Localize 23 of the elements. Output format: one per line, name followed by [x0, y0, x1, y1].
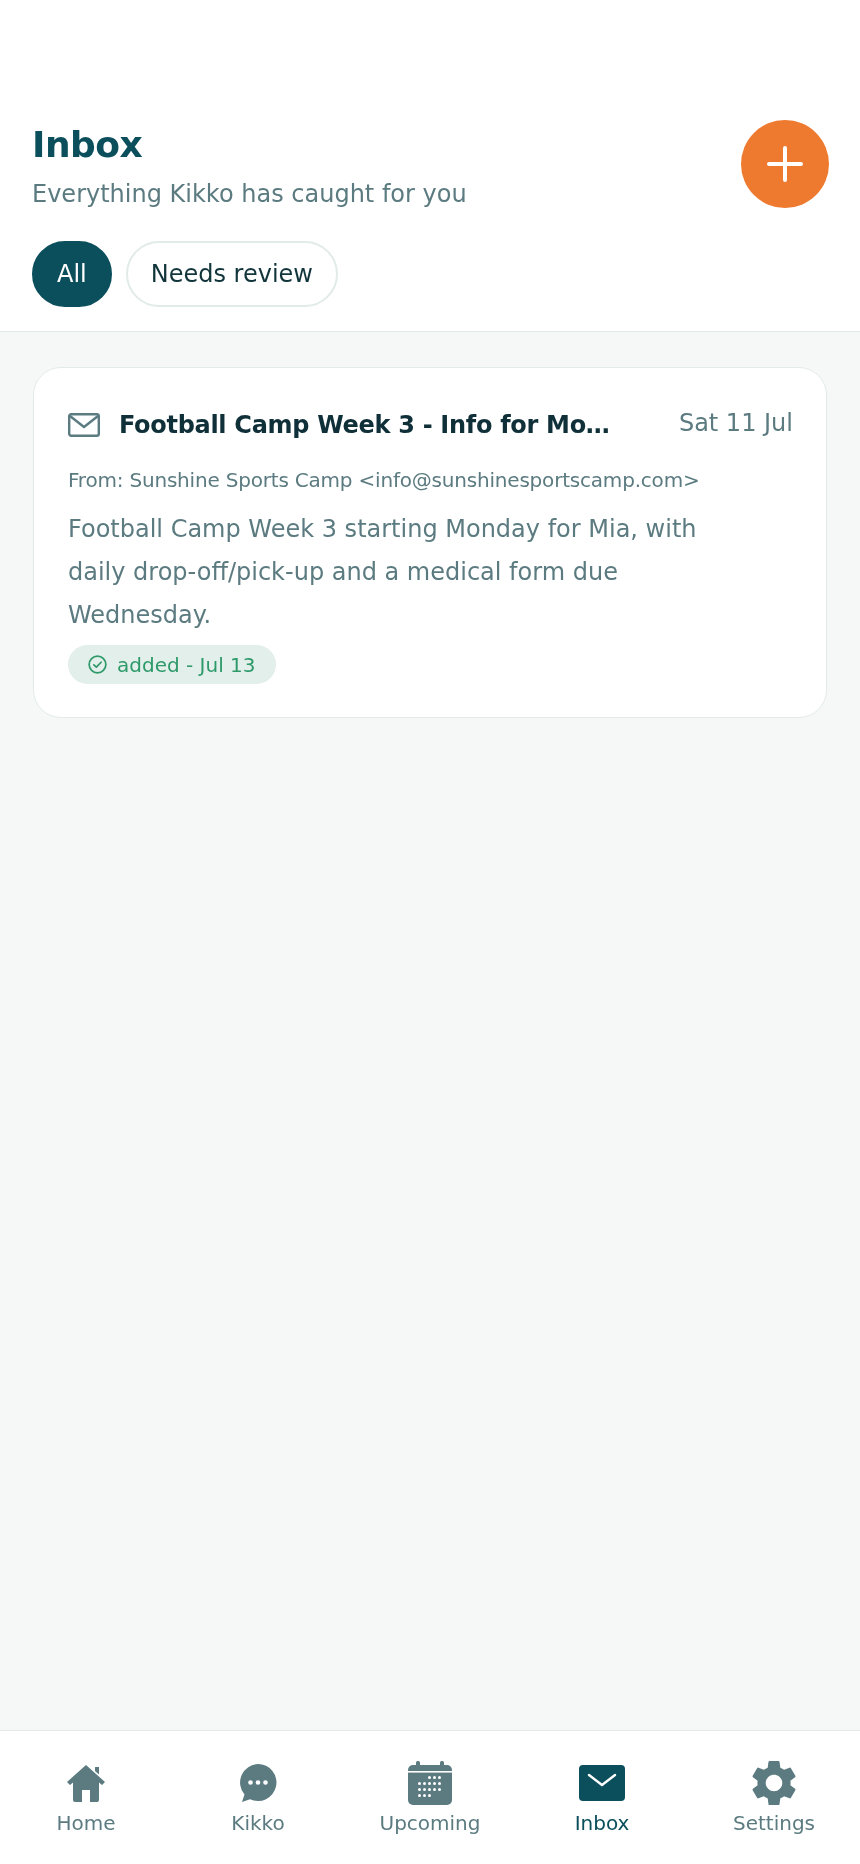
message-sender: From: Sunshine Sports Camp <info@sunshinesportscamp.com> [68, 467, 701, 494]
page-subtitle: Everything Kikko has caught for you [32, 179, 467, 210]
nav-tab[interactable]: Settings [688, 1731, 860, 1864]
plus-icon [767, 146, 803, 182]
check-circle-icon [88, 655, 107, 674]
envelope-icon [68, 413, 100, 437]
nav-tab[interactable]: Kikko [172, 1731, 344, 1864]
filter-chip[interactable]: Needs review [125, 241, 338, 307]
home-icon [65, 1762, 107, 1804]
envelope-icon [579, 1765, 625, 1801]
status-badge: added - Jul 13 [68, 645, 276, 684]
message-summary: Football Camp Week 3 starting Monday for Mia, with daily drop-off/pick-up and a medical form due Wednesday. [68, 514, 698, 631]
message-card[interactable] [33, 367, 827, 718]
nav-tab[interactable]: Inbox [516, 1731, 688, 1864]
nav-tab[interactable]: Upcoming [344, 1731, 516, 1864]
gear-icon [752, 1760, 796, 1806]
message-date: Sat 11 Jul [678, 408, 793, 439]
nav-tab[interactable]: Home [0, 1731, 172, 1864]
calendar-icon [408, 1761, 452, 1805]
message-subject: Football Camp Week 3 - Info for Mo… [119, 410, 611, 441]
chat-bubble-icon [238, 1763, 278, 1803]
page-title: Inbox [32, 125, 144, 165]
filter-chip[interactable]: All [32, 241, 112, 307]
